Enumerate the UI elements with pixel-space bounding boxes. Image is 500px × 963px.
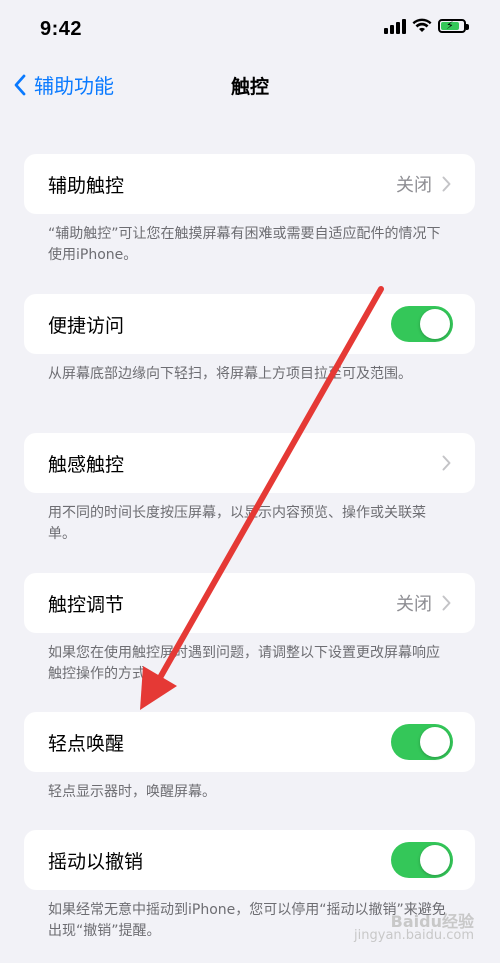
cell-footer: 如果您在使用触控屏时遇到问题，请调整以下设置更改屏幕响应触控操作的方式。 (48, 645, 440, 682)
group-touch-accommodations: 触控调节 关闭 如果您在使用触控屏时遇到问题，请调整以下设置更改屏幕响应触控操作… (24, 573, 475, 685)
cell-label: 触控调节 (48, 593, 125, 616)
cell-label: 触感触控 (48, 453, 125, 476)
shake-to-undo-toggle[interactable] (391, 842, 453, 878)
tap-to-wake-toggle[interactable] (391, 724, 453, 760)
cell-assistive-touch[interactable]: 辅助触控 关闭 (24, 154, 475, 214)
cell-tap-to-wake: 轻点唤醒 (24, 712, 475, 772)
cell-value: 关闭 (396, 175, 432, 196)
chevron-right-icon (442, 595, 451, 611)
cell-footer: 用不同的时间长度按压屏幕，以显示内容预览、操作或关联菜单。 (48, 505, 426, 542)
cell-label: 辅助触控 (48, 174, 125, 197)
cell-shake-to-undo: 摇动以撤销 (24, 830, 475, 890)
cell-footer: 轻点显示器时，唤醒屏幕。 (48, 784, 216, 800)
page-title: 触控 (230, 76, 269, 98)
cell-touch-accommodations[interactable]: 触控调节 关闭 (24, 573, 475, 633)
cell-value: 关闭 (396, 594, 432, 615)
watermark-url: jingyan.baidu.com (354, 928, 474, 943)
cell-footer: 从屏幕底部边缘向下轻扫，将屏幕上方项目拉至可及范围。 (48, 366, 412, 382)
cell-footer: “辅助触控”可让您在触摸屏幕有困难或需要自适应配件的情况下使用iPhone。 (48, 226, 441, 263)
chevron-right-icon (442, 176, 451, 192)
group-tap-to-wake: 轻点唤醒 轻点显示器时，唤醒屏幕。 (24, 712, 475, 803)
cell-label: 轻点唤醒 (48, 732, 125, 755)
watermark: Baidu经验 jingyan.baidu.com (354, 912, 474, 943)
cell-label: 摇动以撤销 (48, 850, 144, 873)
wifi-icon (412, 18, 432, 32)
status-icons: ⚡ (384, 18, 469, 34)
group-assistive-touch: 辅助触控 关闭 “辅助触控”可让您在触摸屏幕有困难或需要自适应配件的情况下使用i… (24, 154, 475, 266)
cellular-signal-icon (384, 18, 406, 34)
group-haptic-touch: 触感触控 用不同的时间长度按压屏幕，以显示内容预览、操作或关联菜单。 (24, 433, 475, 545)
chevron-right-icon (442, 455, 451, 471)
status-bar: 9:42 ⚡ (0, 0, 500, 62)
status-time: 9:42 (40, 18, 83, 40)
cell-label: 便捷访问 (48, 314, 125, 337)
cell-haptic-touch[interactable]: 触感触控 (24, 433, 475, 493)
group-reachability: 便捷访问 从屏幕底部边缘向下轻扫，将屏幕上方项目拉至可及范围。 (24, 294, 475, 385)
cell-reachability: 便捷访问 (24, 294, 475, 354)
battery-charging-icon: ⚡ (438, 19, 469, 33)
watermark-brand: Baidu经验 (390, 912, 474, 931)
reachability-toggle[interactable] (391, 306, 453, 342)
navigation-bar: 辅助功能 触控 (0, 60, 500, 110)
